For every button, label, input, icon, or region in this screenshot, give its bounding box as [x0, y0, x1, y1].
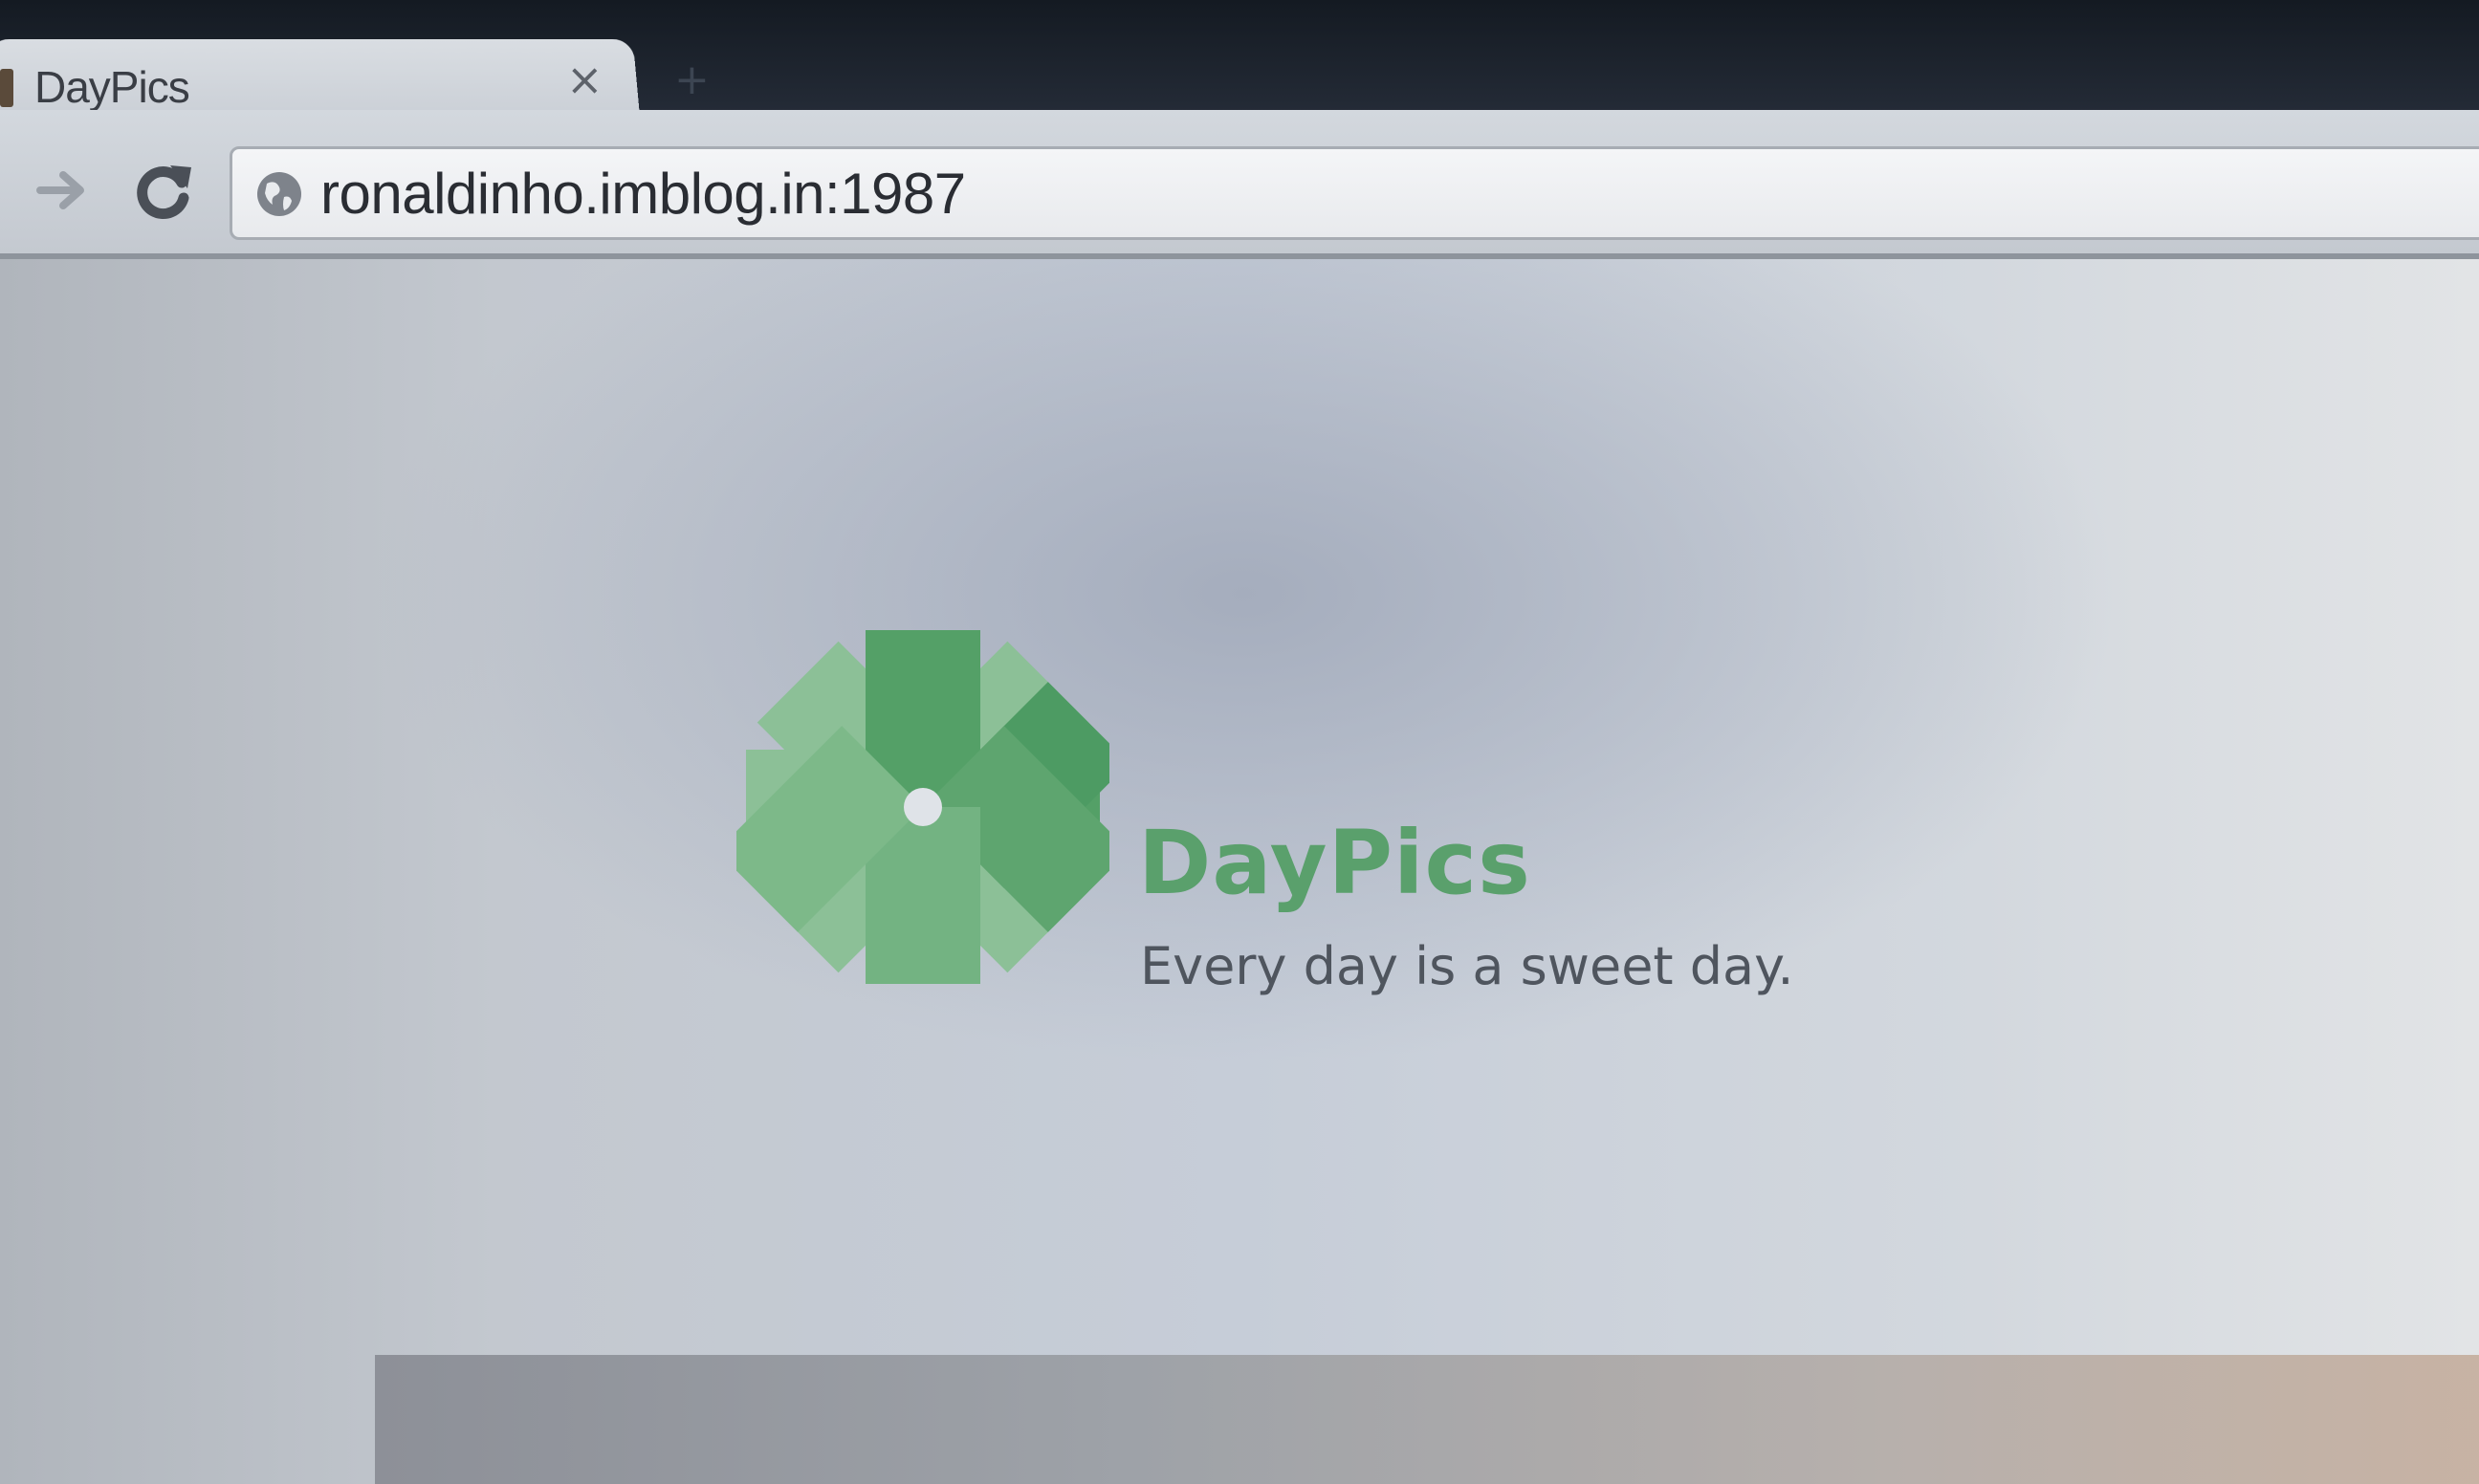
close-icon[interactable]: × — [566, 54, 603, 105]
page-content: DayPics Every day is a sweet day. — [0, 259, 2479, 1484]
globe-icon — [257, 172, 301, 216]
brand-title[interactable]: DayPics — [1138, 812, 1531, 914]
browser-toolbar: ronaldinho.imblog.in:1987 — [0, 110, 2479, 259]
address-bar[interactable]: ronaldinho.imblog.in:1987 — [230, 146, 2479, 240]
url-text[interactable]: ronaldinho.imblog.in:1987 — [320, 161, 966, 227]
tab-strip: DayPics × + — [0, 0, 2479, 127]
arrow-forward-icon[interactable] — [34, 162, 92, 219]
flower-logo-icon — [736, 630, 1109, 984]
reload-icon[interactable] — [132, 160, 195, 223]
tab-favicon-icon — [0, 69, 13, 107]
new-tab-icon[interactable]: + — [674, 55, 710, 104]
hero-image — [375, 1355, 2479, 1484]
tagline: Every day is a sweet day. — [1140, 936, 1794, 996]
screen: DayPics × + ronaldinho.imblog.in:1987 Da… — [0, 0, 2479, 1484]
tab-title[interactable]: DayPics — [34, 61, 190, 113]
